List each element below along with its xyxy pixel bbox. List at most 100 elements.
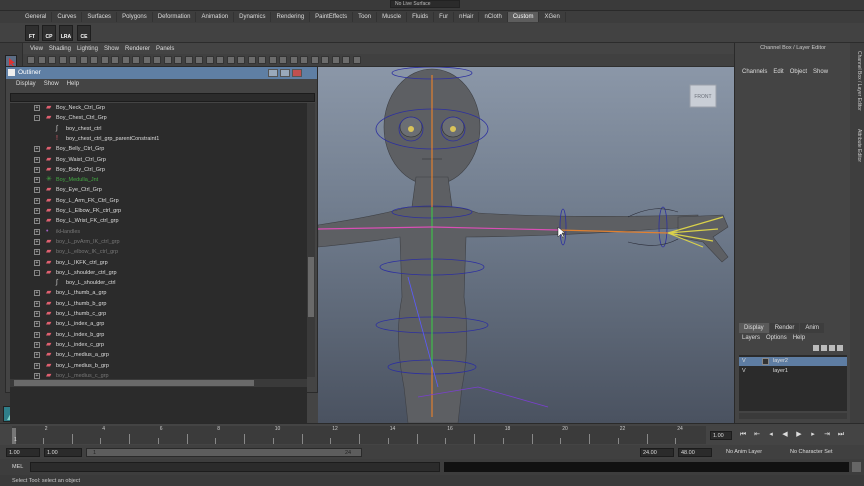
live-surface-combo[interactable]: No Live Surface <box>390 0 460 8</box>
expand-icon[interactable]: + <box>34 331 40 338</box>
layer-row-layer1[interactable]: V layer1 <box>739 367 847 376</box>
panel-menu-show[interactable]: Show <box>101 46 122 52</box>
expand-icon[interactable]: + <box>34 228 40 235</box>
viewport-tool-icon[interactable] <box>300 56 308 64</box>
expand-icon[interactable]: + <box>34 208 40 214</box>
layer-down-icon[interactable] <box>837 345 843 351</box>
side-tab-attribute-editor[interactable]: Attribute Editor <box>852 129 862 162</box>
outliner-item[interactable]: + ▰ Boy_Belly_Ctrl_Grp <box>10 144 307 154</box>
outliner-item[interactable]: + ▰ boy_L_thumb_c_grp <box>10 309 307 319</box>
outliner-item[interactable]: + ✳ Boy_Medulla_Jnt <box>10 175 307 185</box>
close-button[interactable] <box>292 69 302 77</box>
outliner-item[interactable]: ∫ boy_chest_ctrl <box>10 124 307 134</box>
shelf-button-lra[interactable]: LRA <box>59 25 73 41</box>
view-cube[interactable]: FRONT <box>689 84 717 108</box>
layer-menu-layers[interactable]: Layers <box>739 333 763 343</box>
expand-icon[interactable]: + <box>34 300 40 307</box>
outliner-item[interactable]: + ▰ boy_L_thumb_b_grp <box>10 299 307 309</box>
outliner-item[interactable]: + ▰ boy_L_thumb_a_grp <box>10 288 307 298</box>
outliner-item[interactable]: + ▰ Boy_Eye_Ctrl_Grp <box>10 185 307 195</box>
shelf-tab-fur[interactable]: Fur <box>434 12 455 22</box>
shelf-tab-fluids[interactable]: Fluids <box>407 12 435 22</box>
shelf-tab-surfaces[interactable]: Surfaces <box>82 12 118 22</box>
animation-start-field[interactable]: 1.00 <box>6 448 40 457</box>
layer-visibility-toggle[interactable]: V <box>742 357 746 366</box>
outliner-item[interactable]: + ▰ boy_L_index_a_grp <box>10 319 307 329</box>
shelf-tab-custom[interactable]: Custom <box>507 12 540 22</box>
tab-render[interactable]: Render <box>769 323 800 333</box>
outliner-item[interactable]: + ▰ boy_L_index_b_grp <box>10 330 307 340</box>
viewport-tool-icon[interactable] <box>90 56 98 64</box>
layer-row-layer2[interactable]: V layer2 <box>739 357 847 366</box>
viewport-tool-icon[interactable] <box>58 56 67 64</box>
viewport-tool-icon[interactable] <box>310 56 319 64</box>
channel-menu-edit[interactable]: Edit <box>770 69 786 75</box>
collapse-icon[interactable]: - <box>34 115 40 122</box>
anim-layer-label[interactable]: No Anim Layer <box>726 449 762 455</box>
step-back-key-button[interactable]: ⇤ <box>752 430 762 440</box>
outliner-list[interactable]: + ▰ Boy_Neck_Ctrl_Grp - ▰ Boy_Chest_Ctrl_Grp ∫… <box>10 103 307 442</box>
outliner-item[interactable]: + ▰ Boy_L_Arm_FK_Ctrl_Grp <box>10 196 307 206</box>
viewport-tool-icon[interactable] <box>163 56 172 64</box>
step-back-button[interactable]: ◂ <box>766 430 776 440</box>
outliner-item[interactable]: - ▰ Boy_Chest_Ctrl_Grp <box>10 113 307 123</box>
character-set-label[interactable]: No Character Set <box>790 449 833 455</box>
viewport-tool-icon[interactable] <box>121 56 130 64</box>
outliner-horizontal-thumb[interactable] <box>14 380 254 386</box>
panel-menu-view[interactable]: View <box>27 46 46 52</box>
shelf-tab-dynamics[interactable]: Dynamics <box>234 12 272 22</box>
shelf-tab-curves[interactable]: Curves <box>52 12 83 22</box>
viewport-tool-icon[interactable] <box>321 56 329 64</box>
panel-menu-shading[interactable]: Shading <box>46 46 74 52</box>
viewport-tool-icon[interactable] <box>195 56 203 64</box>
shelf-button-ft[interactable]: FT <box>25 25 39 41</box>
expand-icon[interactable]: + <box>34 372 40 379</box>
tab-display[interactable]: Display <box>739 323 769 333</box>
outliner-item[interactable]: + • ikHandles <box>10 227 307 237</box>
outliner-item[interactable]: + ▰ boy_L_index_c_grp <box>10 340 307 350</box>
viewport-tool-icon[interactable] <box>142 56 151 64</box>
expand-icon[interactable]: + <box>34 311 40 317</box>
viewport-tool-icon[interactable] <box>153 56 161 64</box>
tab-anim[interactable]: Anim <box>800 323 825 333</box>
shelf-tab-painteffects[interactable]: PaintEffects <box>310 12 354 22</box>
viewport-tool-icon[interactable] <box>216 56 224 64</box>
expand-icon[interactable]: + <box>34 259 40 266</box>
outliner-item[interactable]: + ▰ boy_L_medius_b_grp <box>10 361 307 371</box>
script-editor-icon[interactable] <box>852 462 861 472</box>
outliner-item[interactable]: + ▰ boy_L_pvArm_IK_ctrl_grp <box>10 237 307 247</box>
expand-icon[interactable]: + <box>34 187 40 194</box>
playback-start-field[interactable]: 1.00 <box>44 448 82 457</box>
expand-icon[interactable]: + <box>34 249 40 256</box>
minimize-button[interactable] <box>268 69 278 77</box>
outliner-vertical-thumb[interactable] <box>308 257 314 317</box>
outliner-item[interactable]: + ▰ Boy_L_Elbow_FK_ctrl_grp <box>10 206 307 216</box>
go-to-start-button[interactable]: ⏮ <box>738 430 748 440</box>
layer-scrollbar[interactable] <box>739 413 847 419</box>
shelf-button-cp[interactable]: CP <box>42 25 56 41</box>
viewport-tool-icon[interactable] <box>237 56 245 64</box>
animation-end-field[interactable]: 48.00 <box>678 448 712 457</box>
viewport-tool-icon[interactable] <box>174 56 182 64</box>
layer-color-swatch[interactable] <box>762 368 769 375</box>
outliner-vertical-scrollbar[interactable] <box>307 103 315 377</box>
channel-box-area[interactable] <box>739 79 847 315</box>
viewport-tool-icon[interactable] <box>69 56 77 64</box>
viewport-3d[interactable]: FRONT <box>318 67 734 423</box>
expand-icon[interactable]: + <box>34 218 40 225</box>
shelf-tab-rendering[interactable]: Rendering <box>271 12 311 22</box>
viewport-tool-icon[interactable] <box>111 56 119 64</box>
outliner-item[interactable]: + ▰ Boy_L_Wrist_FK_ctrl_grp <box>10 216 307 226</box>
outliner-item[interactable]: + ▰ boy_L_medius_a_grp <box>10 350 307 360</box>
channel-menu-channels[interactable]: Channels <box>739 69 770 75</box>
outliner-item[interactable]: + ▰ Boy_Body_Ctrl_Grp <box>10 165 307 175</box>
expand-icon[interactable]: + <box>34 352 40 359</box>
viewport-tool-icon[interactable] <box>289 56 298 64</box>
channel-menu-show[interactable]: Show <box>810 69 831 75</box>
command-input[interactable] <box>30 462 440 472</box>
range-slider[interactable]: 1 24 <box>86 448 362 457</box>
collapse-icon[interactable]: - <box>34 269 40 276</box>
viewport-tool-icon[interactable] <box>27 56 35 64</box>
playback-end-field[interactable]: 24.00 <box>640 448 674 457</box>
time-slider[interactable]: 2 4 6 8 10 12 14 16 18 20 22 24 1 1.00 ⏮ ⇤ ◂ ◀ ▶ ▸ … <box>0 423 864 445</box>
